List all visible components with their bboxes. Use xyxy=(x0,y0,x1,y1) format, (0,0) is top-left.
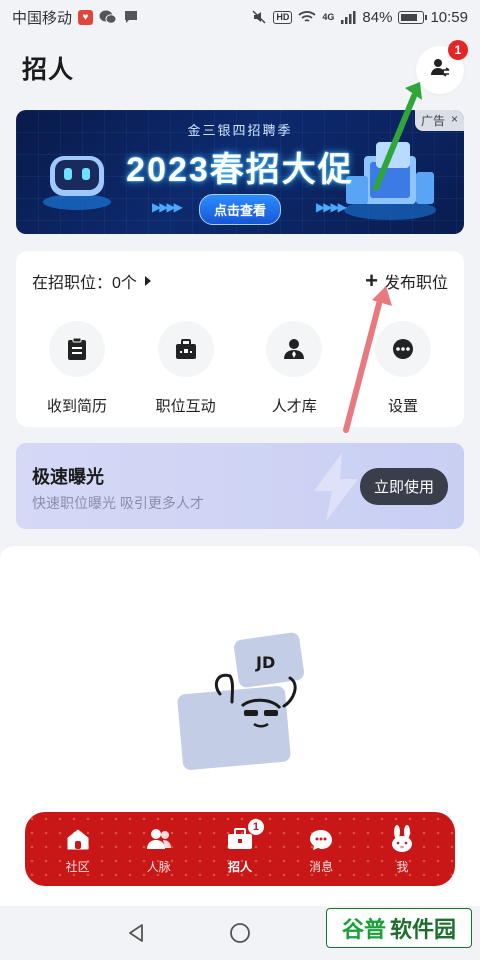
app-badge-icon: ♥ xyxy=(78,9,94,25)
more-icon xyxy=(374,321,431,377)
lightning-icon xyxy=(314,453,358,521)
switch-identity-icon xyxy=(429,57,451,84)
nav-item-community[interactable]: 社区 xyxy=(46,823,110,875)
open-positions-link[interactable]: 在招职位：0个 xyxy=(32,269,151,293)
nav-label: 我 xyxy=(396,860,409,874)
banner-headline: 2023春招大促 xyxy=(126,151,354,189)
action-settings[interactable]: 设置 xyxy=(354,321,452,416)
ad-close-icon[interactable]: × xyxy=(451,112,458,129)
ad-tag: 广告 × xyxy=(414,110,464,131)
boost-card[interactable]: 极速曝光 快速职位曝光 吸引更多人才 立即使用 xyxy=(16,443,464,529)
nav-item-messages[interactable]: 消息 xyxy=(289,823,353,875)
signal-icon xyxy=(340,9,356,25)
chevrons-left-icon: ▶▶▶▶ xyxy=(152,200,183,214)
battery-percent: 84% xyxy=(362,8,393,26)
house-icon xyxy=(62,823,94,855)
banner-cta-button[interactable]: 点击查看 xyxy=(198,194,282,225)
nav-label: 消息 xyxy=(309,860,334,874)
post-job-label: 发布职位 xyxy=(383,275,448,292)
promo-banner[interactable]: 金三银四招聘季 2023春招大促 ▶▶▶▶ ▶▶▶▶ 点击查看 广告 × xyxy=(16,110,464,234)
action-label: 设置 xyxy=(387,398,418,415)
briefcase-icon xyxy=(157,321,214,377)
open-positions-count: 在招职位：0个 xyxy=(32,275,137,292)
banner-subtitle: 金三银四招聘季 xyxy=(187,123,293,138)
chevrons-right-icon: ▶▶▶▶ xyxy=(316,200,347,214)
carrier-label: 中国移动 xyxy=(12,9,73,27)
resume-icon xyxy=(49,321,105,377)
clock: 10:59 xyxy=(430,8,468,26)
battery-icon xyxy=(398,10,428,24)
action-resumes[interactable]: 收到简历 xyxy=(28,321,126,416)
home-button[interactable] xyxy=(218,911,262,955)
ad-label: 广告 xyxy=(420,114,445,128)
header: 招人 1 xyxy=(0,34,480,102)
use-now-button[interactable]: 立即使用 xyxy=(359,468,448,505)
wechat-icon xyxy=(99,9,117,25)
network-label: 4G xyxy=(322,12,335,22)
chat-icon xyxy=(305,823,337,855)
page-title: 招人 xyxy=(22,56,75,84)
quick-actions: 收到简历 职位互动 人才库 设置 xyxy=(16,321,464,416)
empty-jd-illustration: JD xyxy=(177,632,304,770)
notification-badge: 1 xyxy=(448,40,468,60)
bottom-nav: 社区 人脉 1 招人 消息 我 xyxy=(25,812,455,886)
watermark-text-a: 谷普 xyxy=(341,917,386,942)
caret-right-icon xyxy=(144,276,151,286)
action-label: 人才库 xyxy=(271,398,317,415)
jd-card-text: JD xyxy=(255,653,275,672)
boost-title: 极速曝光 xyxy=(32,467,104,487)
status-bar: 中国移动 ♥ HD 4G 84% 10:59 xyxy=(0,0,480,34)
nav-label: 招人 xyxy=(227,860,252,874)
battery-fill xyxy=(401,13,418,21)
wifi-icon xyxy=(298,9,317,25)
action-talent-pool[interactable]: 人才库 xyxy=(245,321,343,416)
action-label: 收到简历 xyxy=(46,398,107,415)
contacts-icon xyxy=(143,823,175,855)
watermark-text-b: 软件园 xyxy=(390,917,457,942)
hd-icon: HD xyxy=(273,10,293,24)
back-button[interactable] xyxy=(114,911,158,955)
nav-item-me[interactable]: 我 xyxy=(370,823,434,875)
site-watermark: 谷普 软件园 xyxy=(326,908,472,948)
action-interactions[interactable]: 职位互动 xyxy=(137,321,235,416)
home-circle-icon xyxy=(230,923,250,943)
mute-icon xyxy=(251,9,267,25)
nav-label: 人脉 xyxy=(146,860,171,874)
rabbit-icon xyxy=(386,823,418,855)
plus-icon: + xyxy=(365,268,378,293)
message-icon xyxy=(123,9,139,25)
nav-item-contacts[interactable]: 人脉 xyxy=(127,823,191,875)
post-job-button[interactable]: + 发布职位 xyxy=(365,269,448,293)
boost-description: 快速职位曝光 吸引更多人才 xyxy=(32,495,204,511)
back-triangle-icon xyxy=(129,924,143,942)
nav-label: 社区 xyxy=(65,860,90,874)
nav-item-recruit[interactable]: 1 招人 xyxy=(208,819,272,875)
nav-recruit-badge: 1 xyxy=(247,819,264,835)
jobs-card: 在招职位：0个 + 发布职位 收到简历 职位互动 人才库 设置 xyxy=(16,251,464,427)
action-label: 职位互动 xyxy=(155,398,216,415)
talent-icon xyxy=(266,321,323,377)
